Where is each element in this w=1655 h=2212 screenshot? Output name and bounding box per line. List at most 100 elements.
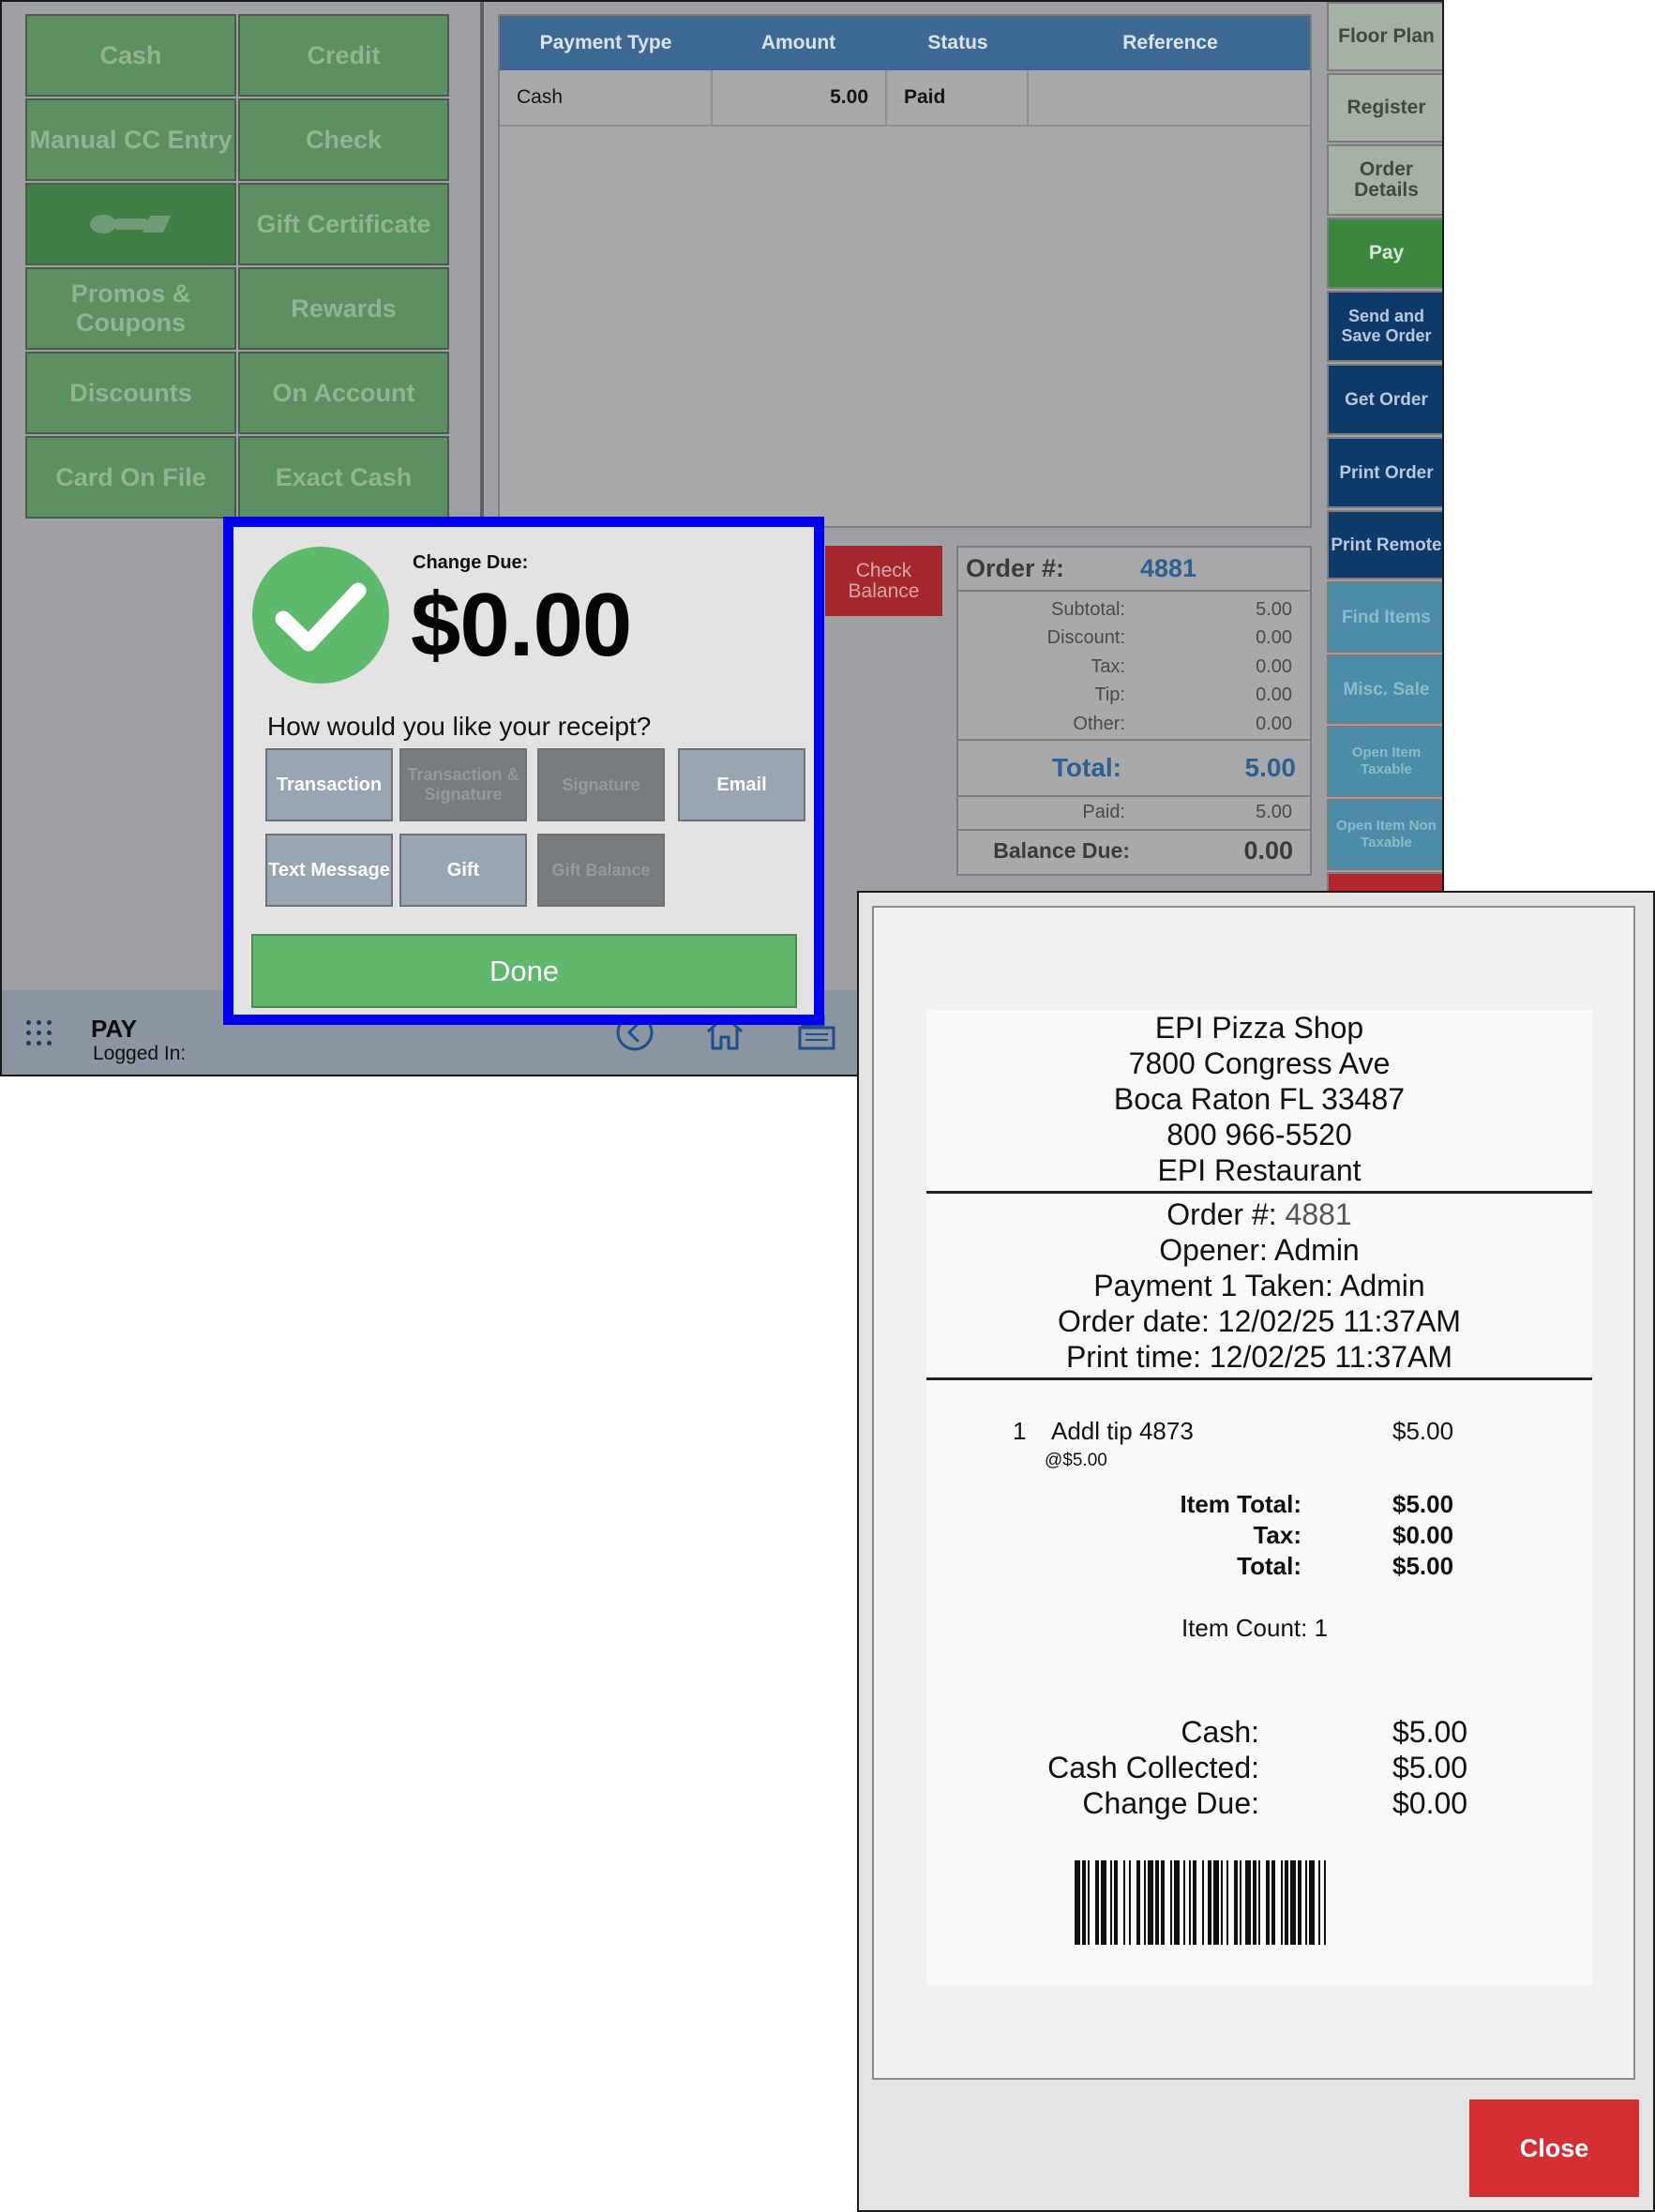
receipt-transaction-button[interactable]: Transaction bbox=[265, 748, 393, 821]
receipt-order-label: Order #: bbox=[1166, 1197, 1277, 1231]
store-city: Boca Raton FL 33487 bbox=[1113, 1082, 1406, 1116]
receipt-order-number-line: Order #: 4881 bbox=[926, 1196, 1592, 1232]
tax-value: 0.00 bbox=[1256, 655, 1292, 677]
receipt-store-header: EPI Pizza Shop 7800 Congress Ave Boca Ra… bbox=[926, 1010, 1592, 1188]
receipt-divider bbox=[926, 1191, 1592, 1194]
balance-due-value: 0.00 bbox=[1243, 836, 1293, 865]
table-row[interactable]: Cash 5.00 Paid bbox=[500, 70, 1310, 127]
total-value: $5.00 bbox=[1392, 1552, 1454, 1580]
receipt-gift-button[interactable]: Gift bbox=[399, 834, 527, 907]
receipt-text-message-button[interactable]: Text Message bbox=[265, 834, 393, 907]
receipt-transaction-signature-button[interactable]: Transaction & Signature bbox=[399, 748, 527, 821]
receipt-order-date: Order date: 12/02/25 11:37AM bbox=[1058, 1304, 1461, 1338]
manual-cc-entry-button[interactable]: Manual CC Entry bbox=[25, 98, 236, 181]
order-totals-panel: Order #: 4881 Subtotal: 5.00 Discount: 0.0… bbox=[956, 546, 1312, 876]
exact-cash-button[interactable]: Exact Cash bbox=[238, 436, 449, 519]
status-cell: Paid bbox=[887, 70, 1029, 125]
promos-coupons-button[interactable]: Promos & Coupons bbox=[25, 267, 236, 350]
subtotal-value: 5.00 bbox=[1256, 598, 1292, 620]
item-unit-price: @$5.00 bbox=[1045, 1451, 1107, 1470]
tax-value: $0.00 bbox=[1392, 1521, 1454, 1549]
nav-open-item-non-taxable[interactable]: Open Item Non Taxable bbox=[1327, 799, 1442, 870]
store-address: 7800 Congress Ave bbox=[1128, 1046, 1391, 1080]
store-phone: 800 966-5520 bbox=[1166, 1118, 1352, 1151]
receipt-payment-taken: Payment 1 Taken: Admin bbox=[1093, 1269, 1425, 1302]
nav-send-and-save-order[interactable]: Send and Save Order bbox=[1327, 291, 1442, 362]
total-value: 5.00 bbox=[1244, 752, 1297, 782]
on-account-button[interactable]: On Account bbox=[238, 352, 449, 434]
tip-label: Tip: bbox=[1094, 685, 1125, 706]
payments-table-header: Payment Type Amount Status Reference bbox=[500, 16, 1310, 70]
brand-logo-icon bbox=[89, 215, 171, 233]
receipt-order-number: 4881 bbox=[1285, 1197, 1352, 1231]
other-line: Other: 0.00 bbox=[958, 710, 1310, 739]
cash-label: Cash: bbox=[1181, 1715, 1259, 1749]
receipt-opener: Opener: Admin bbox=[1159, 1233, 1360, 1267]
change-due-dialog: Change Due: $0.00 How would you like you… bbox=[223, 517, 824, 1025]
column-header-amount: Amount bbox=[760, 32, 836, 53]
receipt-frame[interactable]: EPI Pizza Shop 7800 Congress Ave Boca Ra… bbox=[872, 906, 1635, 2080]
nav-order-details[interactable]: Order Details bbox=[1327, 144, 1442, 216]
apps-grid-icon[interactable] bbox=[26, 1020, 54, 1048]
receipt-signature-button[interactable]: Signature bbox=[537, 748, 665, 821]
balance-due-label: Balance Due: bbox=[993, 838, 1130, 863]
nav-print-order[interactable]: Print Order bbox=[1327, 437, 1442, 508]
payment-type-cell: Cash bbox=[500, 70, 713, 125]
nav-open-item-taxable[interactable]: Open Item Taxable bbox=[1327, 726, 1442, 797]
tax-line: Tax: 0.00 bbox=[958, 653, 1310, 682]
nav-get-order[interactable]: Get Order bbox=[1327, 364, 1442, 435]
column-header-status: Status bbox=[927, 32, 988, 53]
nav-pay[interactable]: Pay bbox=[1327, 218, 1442, 289]
barcode-image bbox=[1075, 1860, 1326, 1945]
receipt-order-info: Order #: 4881 Opener: Admin Payment 1 Ta… bbox=[926, 1196, 1592, 1375]
logged-in-label: Logged In: bbox=[93, 1043, 187, 1064]
tax-label: Tax: bbox=[1091, 655, 1125, 677]
total-line: Total: 5.00 bbox=[958, 738, 1310, 797]
store-name: EPI Pizza Shop bbox=[1154, 1011, 1364, 1045]
gift-certificate-button[interactable]: Gift Certificate bbox=[238, 183, 449, 265]
discount-label: Discount: bbox=[1046, 627, 1125, 649]
item-price: $5.00 bbox=[1392, 1417, 1454, 1445]
tax-label: Tax: bbox=[1253, 1521, 1301, 1549]
check-button[interactable]: Check bbox=[238, 98, 449, 181]
receipt-email-button[interactable]: Email bbox=[678, 748, 805, 821]
discounts-button[interactable]: Discounts bbox=[25, 352, 236, 434]
change-due-label: Change Due: bbox=[413, 552, 529, 573]
receipt-gift-balance-button[interactable]: Gift Balance bbox=[537, 834, 665, 907]
item-qty: 1 bbox=[1013, 1417, 1027, 1445]
subtotal-line: Subtotal: 5.00 bbox=[958, 595, 1310, 624]
item-count: Item Count: 1 bbox=[1181, 1614, 1329, 1642]
nav-print-remote[interactable]: Print Remote bbox=[1327, 510, 1442, 579]
rewards-button[interactable]: Rewards bbox=[238, 267, 449, 350]
subtotal-label: Subtotal: bbox=[1051, 598, 1125, 620]
brand-payment-button[interactable] bbox=[25, 183, 236, 265]
done-button[interactable]: Done bbox=[251, 934, 797, 1008]
order-number-value: 4881 bbox=[1140, 554, 1197, 582]
nav-floor-plan[interactable]: Floor Plan bbox=[1327, 2, 1442, 71]
close-button[interactable]: Close bbox=[1469, 2099, 1639, 2197]
nav-register[interactable]: Register bbox=[1327, 73, 1442, 143]
paid-line: Paid: 5.00 bbox=[958, 797, 1310, 831]
change-due-label-receipt: Change Due: bbox=[1082, 1786, 1259, 1820]
discount-line: Discount: 0.00 bbox=[958, 624, 1310, 654]
card-on-file-button[interactable]: Card On File bbox=[25, 436, 236, 519]
payments-table: Payment Type Amount Status Reference Cas… bbox=[498, 14, 1312, 528]
amount-cell: 5.00 bbox=[713, 70, 887, 125]
cash-button[interactable]: Cash bbox=[25, 14, 236, 97]
cash-collected-value: $5.00 bbox=[1392, 1751, 1468, 1784]
item-name: Addl tip 4873 bbox=[1051, 1417, 1194, 1445]
receipt-print-time: Print time: 12/02/25 11:37AM bbox=[1065, 1340, 1453, 1374]
balance-due-line: Balance Due: 0.00 bbox=[958, 831, 1310, 872]
change-due-value-receipt: $0.00 bbox=[1392, 1786, 1468, 1820]
item-total-label: Item Total: bbox=[1180, 1490, 1301, 1518]
tip-value: 0.00 bbox=[1256, 685, 1292, 706]
credit-button[interactable]: Credit bbox=[238, 14, 449, 97]
tip-line: Tip: 0.00 bbox=[958, 682, 1310, 711]
nav-find-items[interactable]: Find Items bbox=[1327, 581, 1442, 653]
receipt-divider bbox=[926, 1377, 1592, 1380]
check-balance-button[interactable]: Check Balance bbox=[825, 546, 942, 616]
nav-misc-sale[interactable]: Misc. Sale bbox=[1327, 655, 1442, 724]
other-value: 0.00 bbox=[1256, 713, 1292, 734]
paid-label: Paid: bbox=[1082, 802, 1125, 822]
receipt-preview-window: EPI Pizza Shop 7800 Congress Ave Boca Ra… bbox=[857, 891, 1655, 2212]
